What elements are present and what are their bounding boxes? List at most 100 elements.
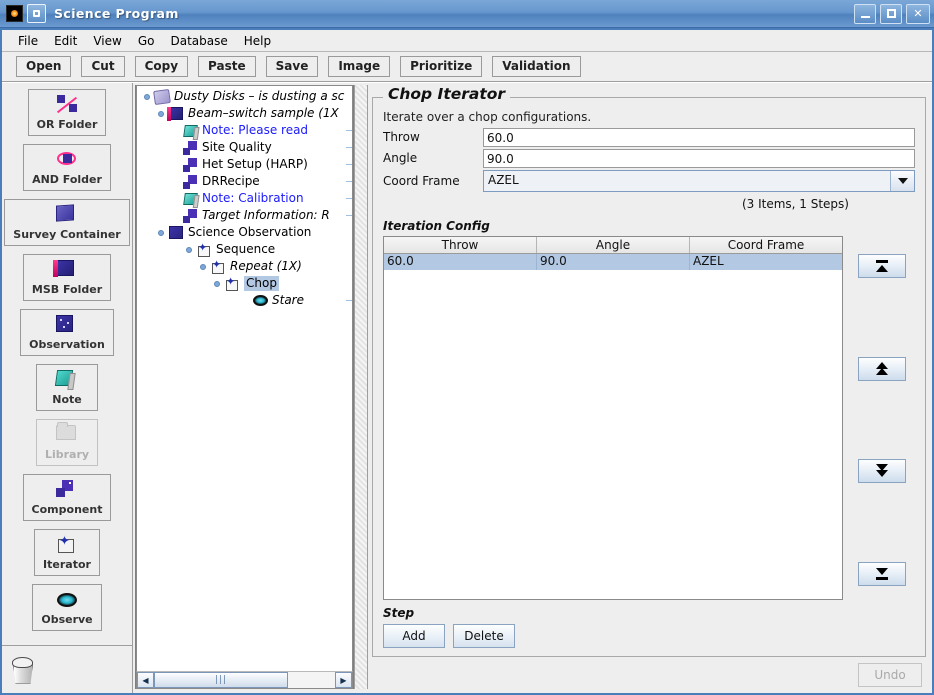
column-header-coord-frame[interactable]: Coord Frame xyxy=(690,237,842,253)
angle-input[interactable]: 90.0 xyxy=(483,148,915,168)
table-row[interactable]: 60.0 90.0 AZEL xyxy=(384,254,842,270)
close-button[interactable]: ✕ xyxy=(906,3,930,24)
tree-node-drrecipe[interactable]: DRRecipe xyxy=(137,173,352,190)
tree-node-target-information[interactable]: Target Information: R xyxy=(137,207,352,224)
undo-button[interactable]: Undo xyxy=(858,663,922,687)
move-to-bottom-icon xyxy=(874,567,890,581)
angle-label: Angle xyxy=(383,151,418,165)
delete-button[interactable]: Delete xyxy=(453,624,515,648)
throw-label: Throw xyxy=(383,130,420,144)
expand-handle-icon[interactable] xyxy=(141,88,153,105)
open-button[interactable]: Open xyxy=(16,56,72,77)
expand-handle-icon[interactable] xyxy=(183,241,195,258)
scroll-left-icon[interactable]: ◀ xyxy=(137,672,154,688)
tree-node-repeat[interactable]: ✦ Repeat (1X) xyxy=(137,258,352,275)
tree-branch-icon xyxy=(239,292,352,309)
move-up-button[interactable] xyxy=(858,356,906,381)
validation-button[interactable]: Validation xyxy=(492,56,581,77)
menu-file[interactable]: File xyxy=(10,32,46,50)
table-header: Throw Angle Coord Frame xyxy=(384,237,842,254)
prioritize-button[interactable]: Prioritize xyxy=(400,56,483,77)
window-controls: ✕ xyxy=(854,3,930,24)
paste-button[interactable]: Paste xyxy=(198,56,256,77)
tree-vertical-scrollbar[interactable] xyxy=(354,85,368,689)
step-title: Step xyxy=(383,606,415,620)
expand-handle-icon[interactable] xyxy=(155,224,167,241)
palette-item-observe[interactable]: Observe xyxy=(32,584,102,631)
items-steps-count: (3 Items, 1 Steps) xyxy=(741,197,849,211)
scroll-track[interactable]: ||| xyxy=(154,672,335,688)
palette-item-survey-container[interactable]: Survey Container xyxy=(4,199,130,246)
tree-branch-icon xyxy=(169,190,352,207)
expand-handle-icon[interactable] xyxy=(197,258,209,275)
move-up-icon xyxy=(874,361,890,376)
chevron-down-icon[interactable] xyxy=(890,171,914,191)
image-button[interactable]: Image xyxy=(328,56,391,77)
tree-node-sequence[interactable]: ✦ Sequence xyxy=(137,241,352,258)
move-to-top-button[interactable] xyxy=(858,254,906,278)
column-header-throw[interactable]: Throw xyxy=(384,237,537,253)
row-move-buttons xyxy=(849,236,915,600)
expand-handle-icon[interactable] xyxy=(155,105,167,122)
note-icon xyxy=(181,123,199,138)
menu-edit[interactable]: Edit xyxy=(46,32,85,50)
minimize-button[interactable] xyxy=(854,3,876,24)
trash-icon[interactable] xyxy=(10,656,36,684)
trash-drop-area[interactable] xyxy=(2,645,132,693)
palette-label: Library xyxy=(44,448,90,461)
tree-node-label: DRRecipe xyxy=(202,174,260,188)
palette-item-component[interactable]: Component xyxy=(22,474,112,521)
menu-bar: File Edit View Go Database Help xyxy=(2,30,932,52)
move-down-button[interactable] xyxy=(858,459,906,484)
cut-button[interactable]: Cut xyxy=(81,56,125,77)
tree-node-label: Beam–switch sample (1X xyxy=(188,106,339,120)
throw-input[interactable]: 60.0 xyxy=(483,127,915,147)
tree-node-science-observation[interactable]: Science Observation xyxy=(137,224,352,241)
menu-help[interactable]: Help xyxy=(236,32,279,50)
palette-list: OR Folder AND Folder Survey Container MS… xyxy=(2,89,132,645)
tree-node-msb-folder[interactable]: Beam–switch sample (1X xyxy=(137,105,352,122)
tree-node-chop[interactable]: ✦ Chop xyxy=(137,275,352,292)
msb-folder-icon xyxy=(53,260,78,280)
tree-node-site-quality[interactable]: Site Quality xyxy=(137,139,352,156)
palette-item-note[interactable]: Note xyxy=(36,364,98,411)
tree-node-label: Note: Calibration xyxy=(202,191,304,205)
scroll-right-icon[interactable]: ▶ xyxy=(335,672,352,688)
tree-horizontal-scrollbar[interactable]: ◀ ||| ▶ xyxy=(136,671,353,689)
column-header-angle[interactable]: Angle xyxy=(537,237,690,253)
tree-branch-icon xyxy=(169,139,352,156)
coord-frame-select[interactable]: AZEL xyxy=(483,170,915,192)
table-empty-area[interactable] xyxy=(384,270,842,599)
palette-item-and-folder[interactable]: AND Folder xyxy=(23,144,111,191)
tree-node-note-please-read[interactable]: Note: Please read xyxy=(137,122,352,139)
palette-item-observation[interactable]: Observation xyxy=(20,309,114,356)
menu-view[interactable]: View xyxy=(85,32,129,50)
menu-go[interactable]: Go xyxy=(130,32,163,50)
program-tree[interactable]: Dusty Disks – is dusting a sc Beam–switc… xyxy=(136,85,353,671)
save-button[interactable]: Save xyxy=(265,56,319,77)
copy-button[interactable]: Copy xyxy=(134,56,189,77)
iteration-config-table[interactable]: Throw Angle Coord Frame 60.0 90.0 AZEL xyxy=(383,236,843,600)
tree-node-note-calibration[interactable]: Note: Calibration xyxy=(137,190,352,207)
palette-item-msb-folder[interactable]: MSB Folder xyxy=(22,254,112,301)
scroll-thumb[interactable]: ||| xyxy=(154,672,288,688)
expand-handle-icon[interactable] xyxy=(211,275,223,292)
maximize-button[interactable] xyxy=(880,3,902,24)
cell-throw: 60.0 xyxy=(384,254,537,270)
tree-node-label: Chop xyxy=(244,276,279,291)
palette-item-library[interactable]: Library xyxy=(35,419,99,466)
menu-database[interactable]: Database xyxy=(162,32,235,50)
move-to-bottom-button[interactable] xyxy=(858,561,906,586)
undo-row: Undo xyxy=(372,657,926,689)
window-icon[interactable] xyxy=(27,4,46,23)
palette-item-or-folder[interactable]: OR Folder xyxy=(27,89,107,136)
science-program-icon xyxy=(153,88,171,105)
palette-item-iterator[interactable]: ✦ Iterator xyxy=(34,529,100,576)
tree-node-stare[interactable]: Stare xyxy=(137,292,352,309)
editor-hint: Iterate over a chop configurations. xyxy=(383,110,592,124)
tree-branch-icon xyxy=(169,122,352,139)
tree-node-science-program[interactable]: Dusty Disks – is dusting a sc xyxy=(137,88,352,105)
add-button[interactable]: Add xyxy=(383,624,445,648)
tree-node-het-setup[interactable]: Het Setup (HARP) xyxy=(137,156,352,173)
component-palette: OR Folder AND Folder Survey Container MS… xyxy=(2,83,133,693)
